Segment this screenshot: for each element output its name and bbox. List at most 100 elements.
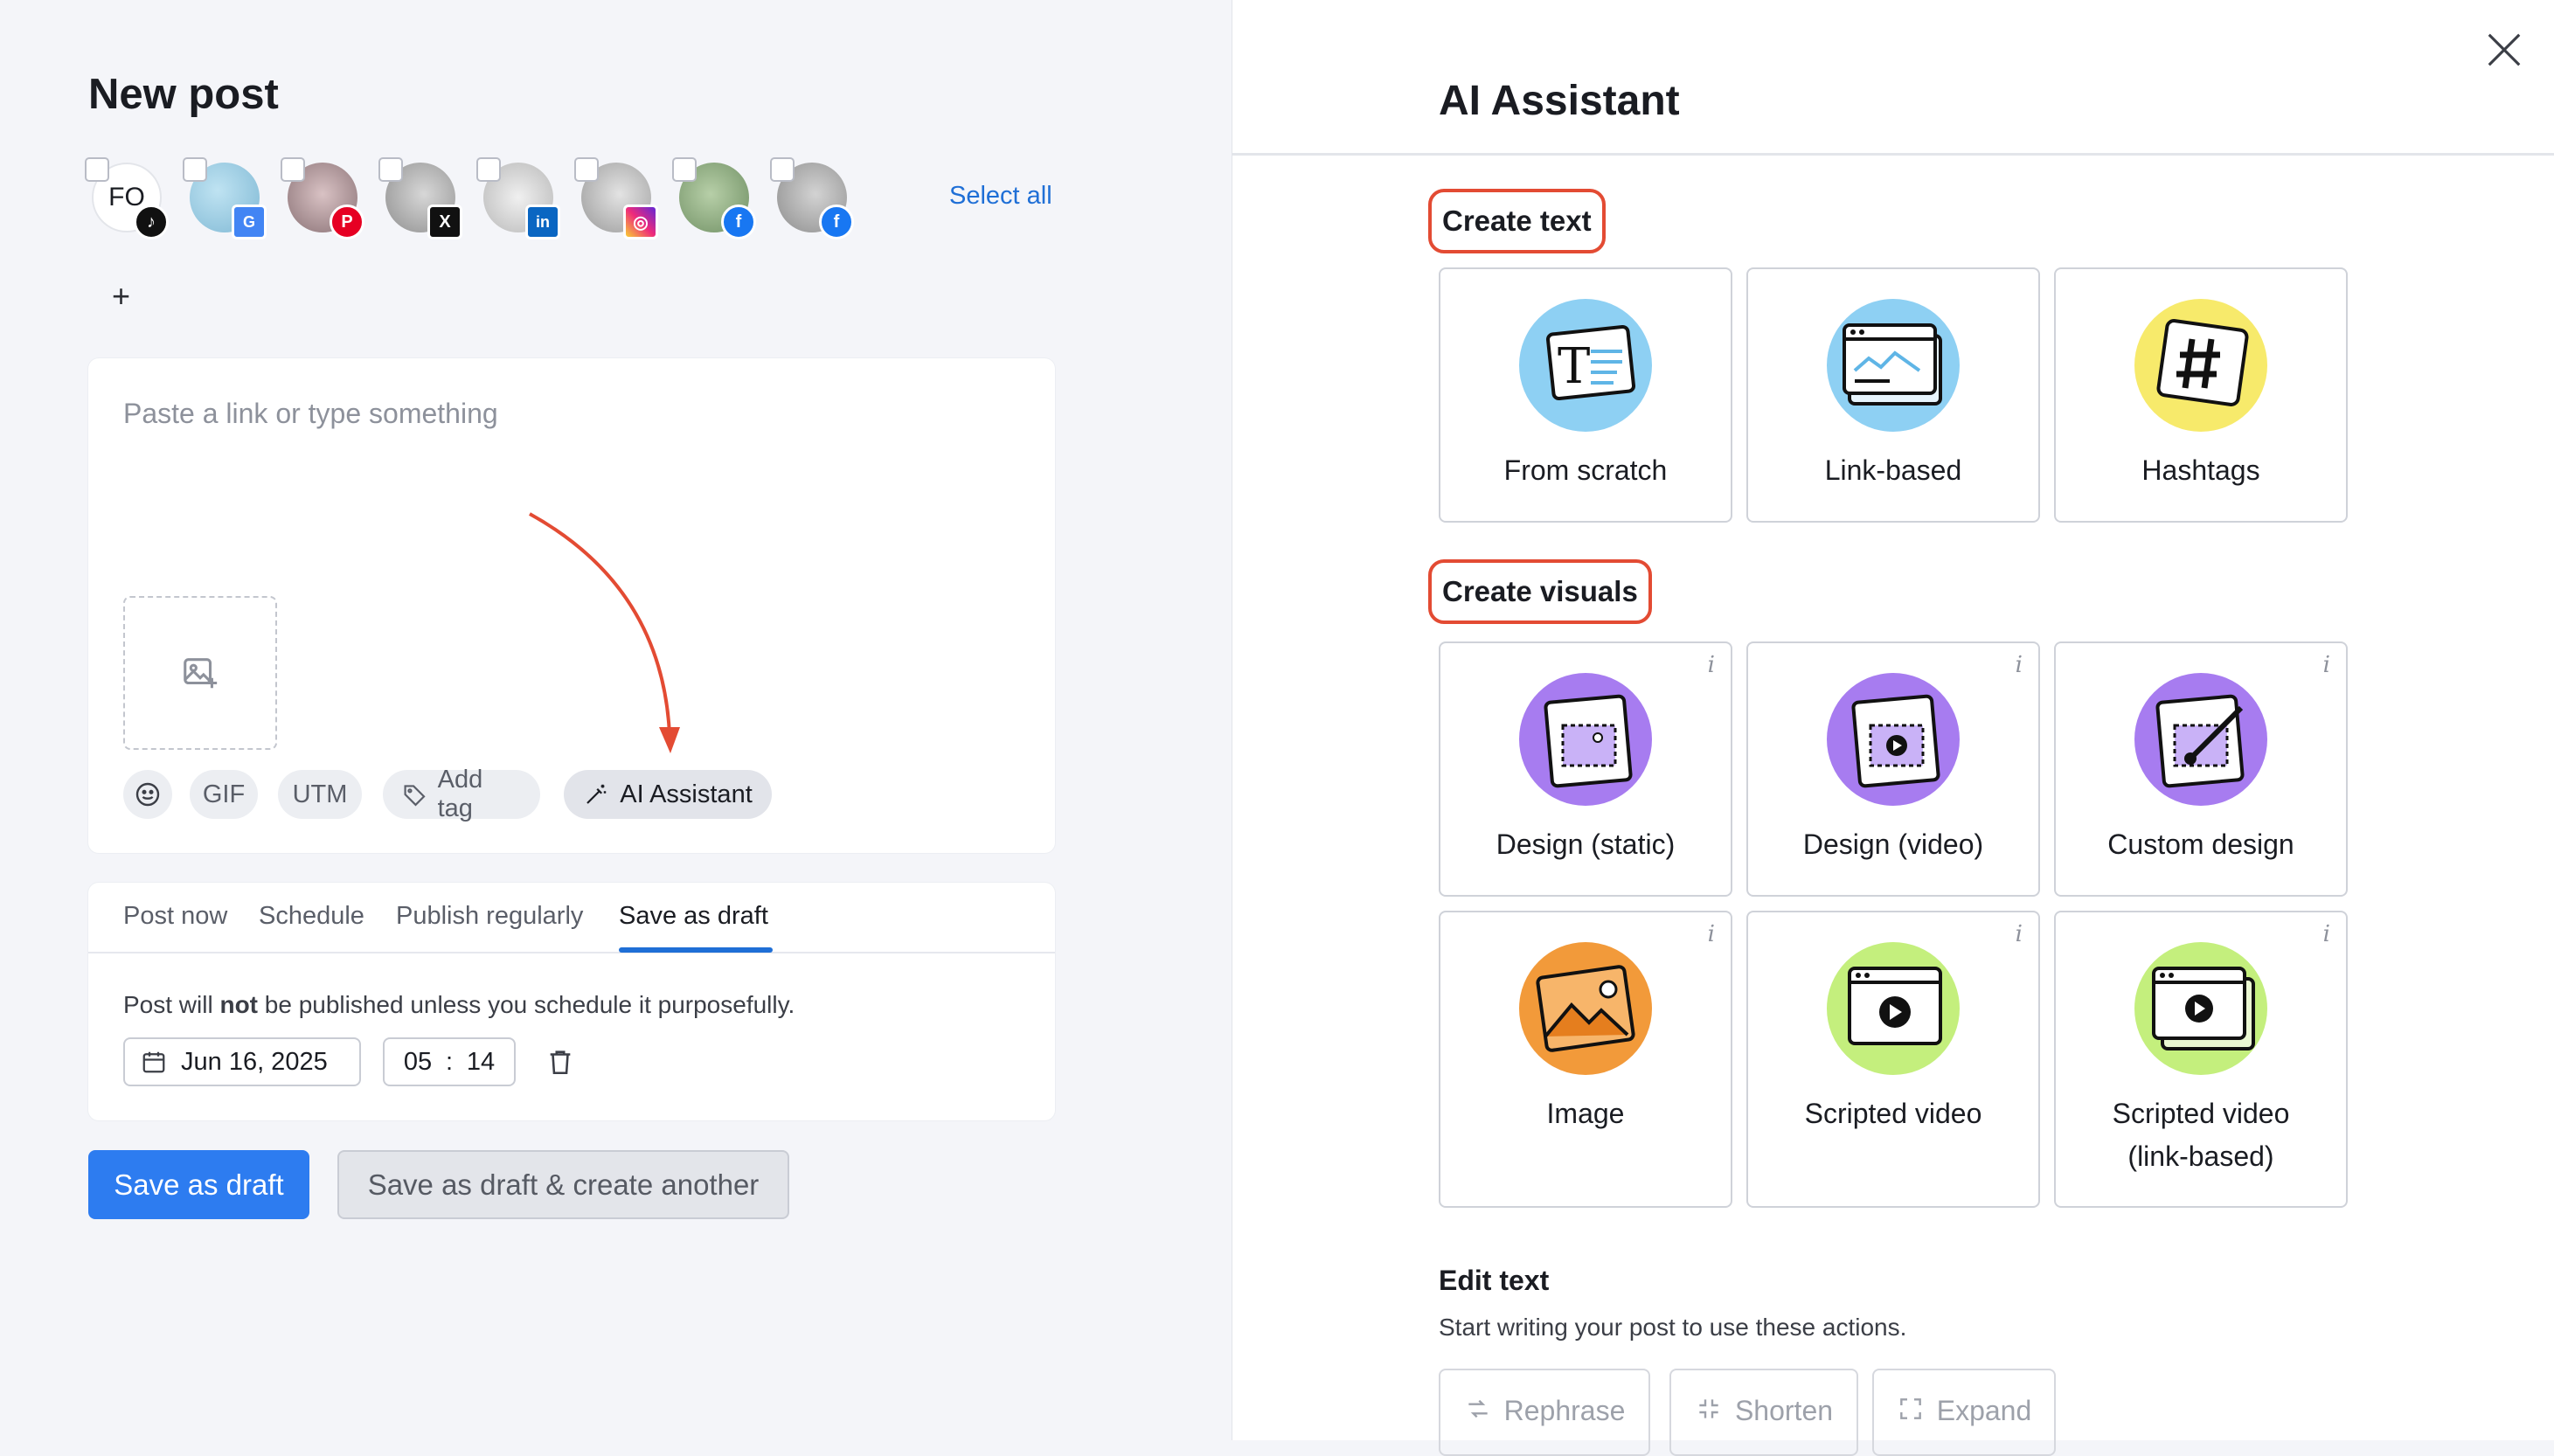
custom-design-label: Custom design [2107,829,2294,860]
hashtags-card[interactable]: Hashtags [2054,267,2348,523]
add-tag-label: Add tag [437,766,483,822]
tab-publish-regularly[interactable]: Publish regularly [396,902,583,931]
scripted-video-card[interactable]: i Scripted video [1746,911,2040,1208]
scripted-video-link-card[interactable]: i Scripted video (link-based) [2054,911,2348,1208]
page-title: New post [88,71,279,118]
design-video-card[interactable]: i Design (video) [1746,641,2040,897]
linkedin-icon: in [525,205,560,239]
info-icon[interactable]: i [1708,652,1715,678]
gif-button[interactable]: GIF [190,770,258,819]
custom-design-card[interactable]: i Custom design [2054,641,2348,897]
hour-value[interactable]: 05 [404,1048,432,1077]
date-value: Jun 16, 2025 [181,1047,328,1076]
utm-label: UTM [292,780,348,808]
trash-icon[interactable] [545,1047,575,1077]
shorten-icon [1699,1399,1718,1418]
account-checkbox[interactable] [281,157,305,182]
info-icon[interactable]: i [2323,921,2330,947]
facebook-icon: f [721,205,756,239]
utm-button[interactable]: UTM [278,770,362,819]
emoji-icon [135,782,160,807]
hashtag-icon [2134,299,2267,432]
shorten-button[interactable]: Shorten [1669,1369,1858,1456]
select-all-link[interactable]: Select all [949,182,1052,211]
image-card[interactable]: i Image [1439,911,1732,1208]
hashtags-label: Hashtags [2141,454,2260,486]
account-avatar[interactable]: in [476,157,560,239]
design-static-card[interactable]: i Design (static) [1439,641,1732,897]
account-checkbox[interactable] [183,157,207,182]
draft-note: Post will not be published unless you sc… [123,991,795,1019]
svg-text:T: T [1558,338,1590,395]
expand-label: Expand [1936,1395,2032,1426]
tab-post-now[interactable]: Post now [123,902,227,931]
account-checkbox[interactable] [770,157,795,182]
rephrase-label: Rephrase [1503,1395,1626,1426]
panel-title: AI Assistant [1439,78,1680,124]
panel-divider [1232,153,2554,156]
account-checkbox[interactable] [574,157,599,182]
instagram-icon: ◎ [623,205,658,239]
emoji-button[interactable] [123,770,172,819]
account-avatar[interactable]: G [183,157,267,239]
tab-save-as-draft[interactable]: Save as draft [619,902,768,931]
time-picker[interactable]: 05 : 14 [383,1037,516,1086]
close-icon[interactable] [2484,30,2524,70]
account-avatar[interactable]: ◎ [574,157,658,239]
from-scratch-card[interactable]: T From scratch [1439,267,1732,523]
add-media-button[interactable] [123,596,277,750]
add-account-button[interactable]: + [112,278,130,315]
draft-note-before: Post will [123,991,220,1018]
add-tag-button[interactable]: Add tag [383,766,540,822]
image-label: Image [1546,1098,1625,1129]
scripted-video-label: Scripted video [1804,1098,1982,1129]
account-avatar[interactable]: f [672,157,756,239]
edit-text-description: Start writing your post to use these act… [1439,1314,1907,1341]
tiktok-icon: ♪ [134,205,169,239]
account-avatar[interactable]: f [770,157,854,239]
ai-assistant-button[interactable]: AI Assistant [564,770,772,819]
tag-icon [404,785,426,807]
design-static-icon [1519,673,1652,806]
tab-divider [88,952,1055,953]
expand-button[interactable]: Expand [1872,1369,2056,1456]
create-text-heading: Create text [1428,189,1606,253]
pinterest-icon: P [330,205,364,239]
date-picker[interactable]: Jun 16, 2025 [123,1037,361,1086]
expand-icon [1899,1398,1921,1419]
account-checkbox[interactable] [672,157,697,182]
info-icon[interactable]: i [1708,921,1715,947]
account-checkbox[interactable] [85,157,109,182]
info-icon[interactable]: i [2016,921,2023,947]
tab-schedule[interactable]: Schedule [259,902,364,931]
save-draft-create-another-button[interactable]: Save as draft & create another [337,1150,789,1219]
account-avatar[interactable]: P [281,157,364,239]
account-avatar[interactable]: FO ♪ [85,157,169,239]
account-avatar[interactable]: X [378,157,462,239]
scripted-video-link-label: Scripted video (link-based) [2112,1098,2290,1172]
active-tab-indicator [619,947,773,953]
shorten-label: Shorten [1734,1395,1834,1426]
ai-assistant-label: AI Assistant [620,780,753,808]
text-document-icon: T [1519,299,1652,432]
link-based-card[interactable]: Link-based [1746,267,2040,523]
draft-note-after: be published unless you schedule it purp… [258,991,795,1018]
edit-text-heading: Edit text [1439,1265,1550,1296]
account-checkbox[interactable] [378,157,403,182]
design-static-label: Design (static) [1496,829,1676,860]
design-video-icon [1827,673,1960,806]
design-video-label: Design (video) [1802,829,1984,860]
account-checkbox[interactable] [476,157,501,182]
google-business-icon: G [232,205,267,239]
post-text-placeholder[interactable]: Paste a link or type something [123,398,498,430]
minute-value[interactable]: 14 [467,1048,495,1077]
info-icon[interactable]: i [2016,652,2023,678]
info-icon[interactable]: i [2323,652,2330,678]
scripted-video-icon [1827,942,1960,1075]
rephrase-button[interactable]: Rephrase [1439,1369,1650,1456]
create-visuals-heading: Create visuals [1428,559,1652,624]
time-separator: : [445,1047,454,1076]
save-as-draft-button[interactable]: Save as draft [88,1150,309,1219]
annotation-arrow [529,512,680,753]
x-icon: X [427,205,462,239]
